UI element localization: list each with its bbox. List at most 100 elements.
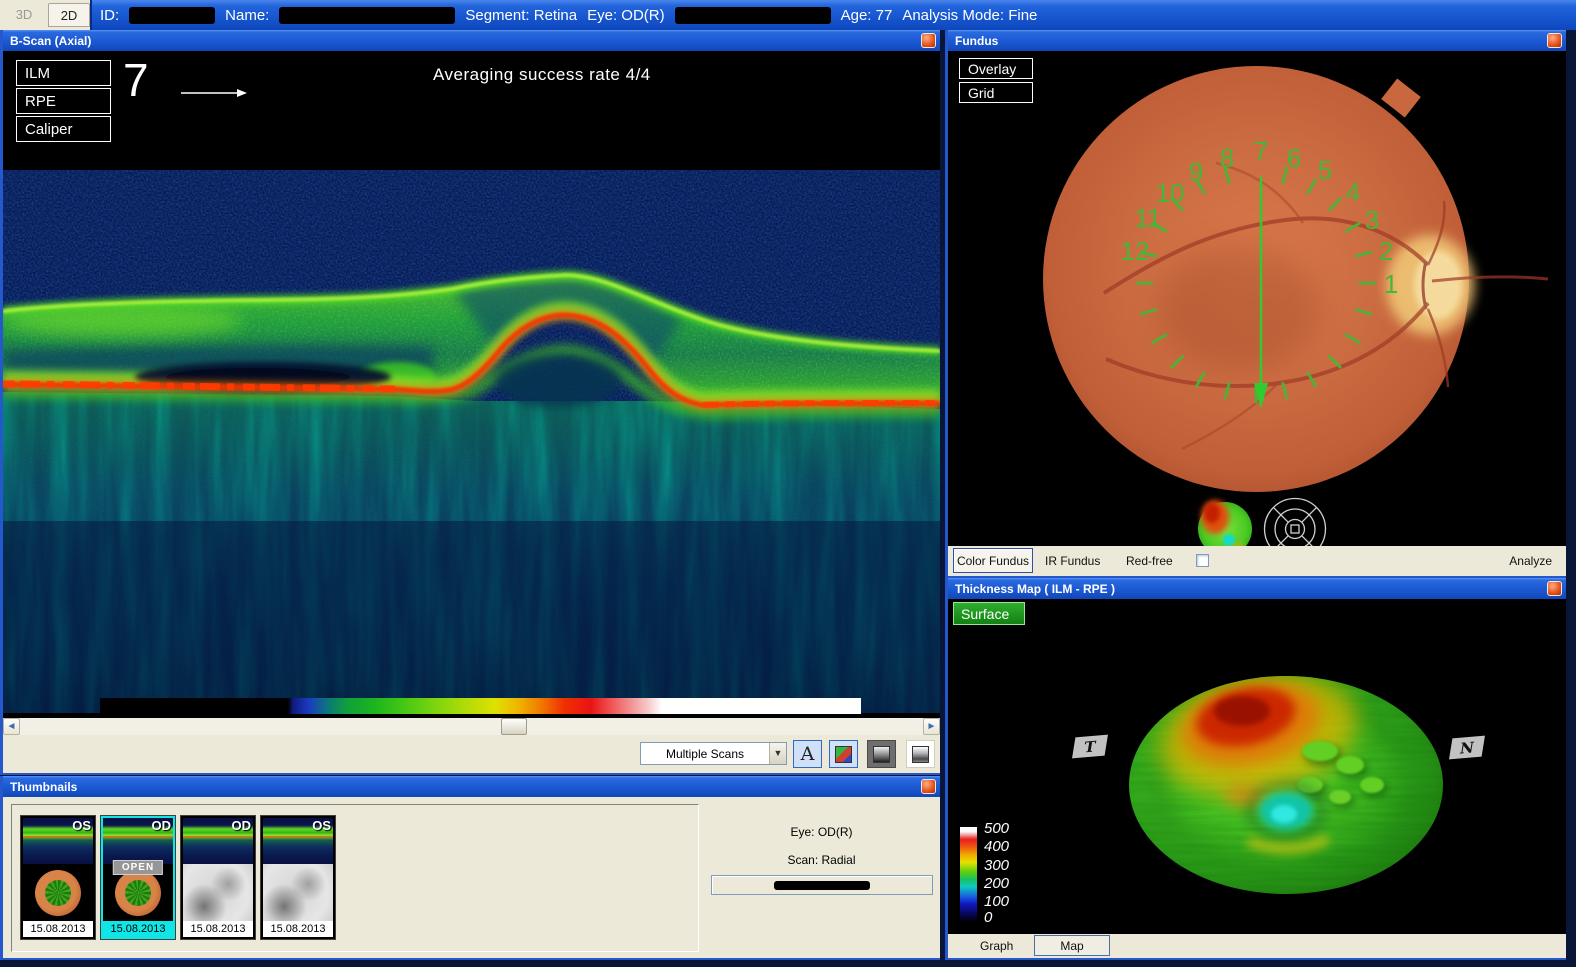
view-mode-tabs: 3D 2D (0, 0, 92, 30)
color-mode-button[interactable] (829, 740, 858, 768)
patient-id-redacted (129, 7, 215, 24)
tab-color-fundus[interactable]: Color Fundus (953, 548, 1033, 573)
tab-ir-fundus[interactable]: IR Fundus (1045, 554, 1100, 568)
thickness-3d-area[interactable]: Surface T N 500 400 300 200 100 0 (948, 599, 1566, 934)
tab-3d[interactable]: 3D (3, 3, 45, 27)
fundus-titlebar: Fundus (948, 30, 1566, 51)
thumbnails-panel: Thumbnails OS 15.08.2013 OPEN OD (0, 776, 940, 960)
thumbnail-ir-image (263, 864, 333, 921)
inverse-grayscale-button[interactable] (906, 740, 935, 768)
thumbnail-item-4[interactable]: OS 15.08.2013 (260, 815, 336, 940)
fundus-title: Fundus (955, 34, 998, 48)
bscan-panel: B-Scan (Axial) (0, 30, 940, 775)
color-palette-icon (835, 746, 852, 763)
surface-button[interactable]: Surface (953, 602, 1025, 625)
age-label: Age: 77 (841, 7, 893, 24)
scale-label-400: 400 (984, 838, 1034, 855)
thumbnail-ir-image (183, 864, 253, 921)
scan-info: Eye: OD(R) Scan: Radial (703, 797, 940, 958)
intensity-scale-bar (100, 698, 861, 714)
scale-label-100: 100 (984, 893, 1034, 910)
thumbnail-date: 15.08.2013 (183, 921, 253, 937)
svg-text:12: 12 (1121, 236, 1150, 266)
close-icon[interactable] (921, 779, 936, 794)
thickness-color-scale (960, 827, 977, 922)
thumbnail-oct-strip: OD (103, 818, 173, 864)
letter-a-icon: A (801, 743, 815, 765)
bscan-image-area[interactable]: ILM RPE Caliper 7 Averaging success rate… (3, 51, 940, 718)
tab-map[interactable]: Map (1034, 935, 1110, 956)
close-icon[interactable] (1547, 33, 1562, 48)
svg-text:2: 2 (1379, 236, 1393, 266)
thumbnail-item-2-selected[interactable]: OPEN OD 15.08.2013 (100, 815, 176, 940)
multiple-scans-dropdown[interactable]: Multiple Scans ▼ (640, 742, 787, 765)
fundus-panel: Fundus (945, 30, 1566, 578)
scroll-left-icon[interactable]: ◄ (3, 718, 20, 735)
scale-label-200: 200 (984, 875, 1034, 892)
radial-pattern-icon (45, 880, 71, 906)
fundus-tabbar: Color Fundus IR Fundus Red-free Analyze (948, 546, 1566, 576)
patient-id-label: ID: (100, 7, 119, 24)
close-icon[interactable] (1547, 581, 1562, 596)
fundus-image-area[interactable]: 1 2 3 4 5 6 7 8 9 10 11 12 (948, 51, 1566, 546)
thickness-map-panel: Thickness Map ( ILM - RPE ) (945, 578, 1566, 960)
inverse-grayscale-icon (912, 746, 929, 763)
scan-info-type: Scan: Radial (703, 853, 940, 867)
tab-2d[interactable]: 2D (48, 3, 90, 27)
overlay-button[interactable]: Overlay (959, 58, 1033, 79)
thumbnail-item-1[interactable]: OS 15.08.2013 (20, 815, 96, 940)
patient-dob-redacted (675, 7, 831, 24)
scan-number: 7 (123, 53, 149, 107)
annotation-text-button[interactable]: A (793, 740, 822, 768)
thickness-titlebar: Thickness Map ( ILM - RPE ) (948, 578, 1566, 599)
thumbnail-oct-strip: OD (183, 818, 253, 864)
thumbnail-date: 15.08.2013 (103, 921, 173, 937)
grayscale-mode-button[interactable] (867, 740, 896, 768)
tab-graph[interactable]: Graph (980, 939, 1013, 953)
patient-details: ID: Name: Segment: Retina Eye: OD(R) Age… (100, 0, 1576, 30)
temporal-label: T (1072, 735, 1108, 759)
svg-text:7: 7 (1254, 136, 1268, 166)
averaging-success-text: Averaging success rate 4/4 (433, 65, 651, 85)
close-icon[interactable] (921, 33, 936, 48)
analyze-button[interactable]: Analyze (1509, 554, 1552, 568)
thumbnail-fundus (23, 864, 93, 921)
thickness-3d-surface (948, 599, 1566, 934)
svg-text:3: 3 (1365, 205, 1379, 235)
scan-info-button[interactable] (711, 875, 933, 895)
patient-name-label: Name: (225, 7, 269, 24)
svg-text:8: 8 (1220, 143, 1234, 173)
rpe-button[interactable]: RPE (16, 88, 111, 114)
radial-pattern-icon (125, 880, 151, 906)
bscan-toolbar: Multiple Scans ▼ A (3, 735, 940, 773)
thumbnail-date: 15.08.2013 (23, 921, 93, 937)
thumbnail-item-3[interactable]: OD 15.08.2013 (180, 815, 256, 940)
analysis-mode-label: Analysis Mode: Fine (902, 7, 1037, 24)
grid-button[interactable]: Grid (959, 82, 1033, 103)
scroll-right-icon[interactable]: ► (923, 718, 940, 735)
bscan-oct-image (3, 51, 940, 718)
red-free-checkbox[interactable] (1196, 554, 1209, 567)
thumbnails-list: OS 15.08.2013 OPEN OD 15.08.2013 OD (11, 804, 699, 952)
fundus-photo-image: 1 2 3 4 5 6 7 8 9 10 11 12 (948, 51, 1566, 546)
application-window: 3D 2D ID: Name: Segment: Retina Eye: OD(… (0, 0, 1576, 967)
segment-label: Segment: Retina (465, 7, 577, 24)
scrollbar-thumb[interactable] (501, 718, 527, 735)
thumbnail-date: 15.08.2013 (263, 921, 333, 937)
svg-text:5: 5 (1318, 155, 1332, 185)
scan-info-redacted (774, 881, 870, 890)
caliper-button[interactable]: Caliper (16, 116, 111, 142)
chevron-down-icon[interactable]: ▼ (769, 743, 786, 764)
thumbnails-content: OS 15.08.2013 OPEN OD 15.08.2013 OD (3, 797, 940, 958)
bscan-title: B-Scan (Axial) (10, 34, 91, 48)
thumbnails-title: Thumbnails (10, 780, 77, 794)
bscan-horizontal-scrollbar[interactable]: ◄ ► (3, 718, 940, 735)
grayscale-icon (873, 746, 890, 763)
patient-name-redacted (279, 7, 455, 24)
ilm-button[interactable]: ILM (16, 60, 111, 86)
scan-info-eye: Eye: OD(R) (703, 825, 940, 839)
scan-direction-arrow-icon (181, 87, 247, 99)
svg-text:1: 1 (1384, 269, 1398, 299)
svg-text:9: 9 (1189, 157, 1203, 187)
tab-red-free[interactable]: Red-free (1126, 554, 1173, 568)
